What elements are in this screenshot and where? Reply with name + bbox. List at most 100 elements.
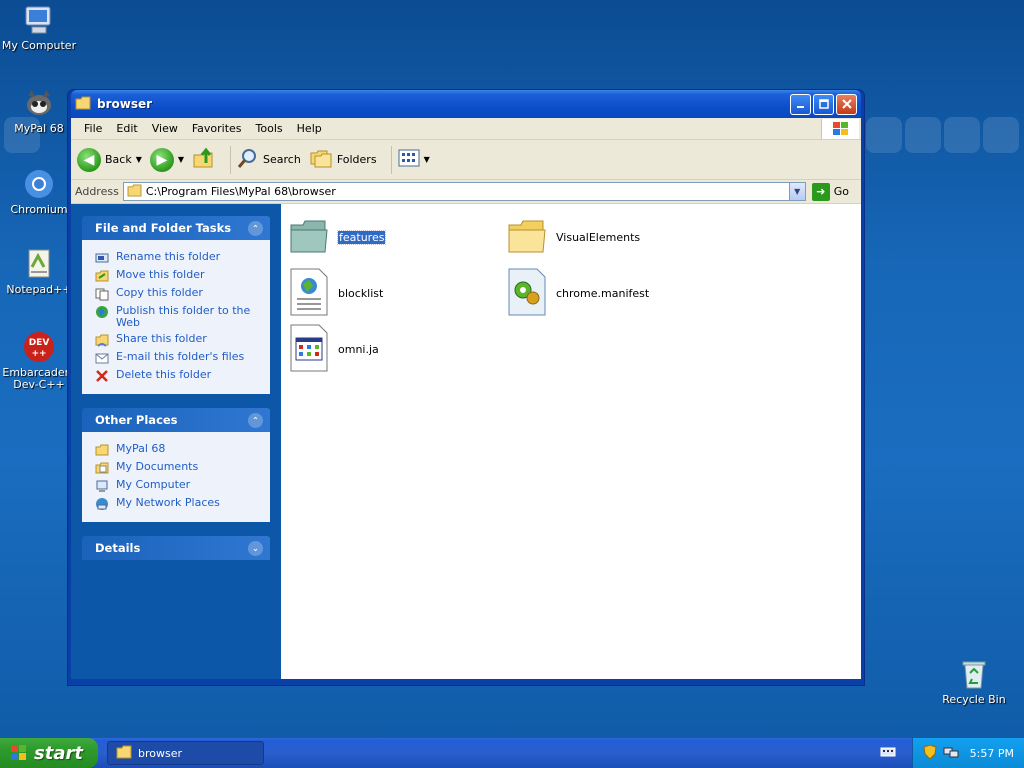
- folder-icon: [289, 216, 329, 259]
- file-list: features VisualElements blocklist chrome.ma…: [281, 204, 861, 679]
- taskbar-button-label: browser: [138, 746, 183, 760]
- task-label: Copy this folder: [116, 286, 203, 299]
- details-panel: Details ⌄: [82, 536, 270, 560]
- expand-chevron-icon[interactable]: ⌄: [248, 540, 263, 556]
- menu-bar: File Edit View Favorites Tools Help: [71, 118, 861, 140]
- close-button[interactable]: [836, 93, 857, 115]
- task-move-folder[interactable]: Move this folder: [94, 269, 260, 283]
- address-input[interactable]: C:\Program Files\MyPal 68\browser ▼: [122, 182, 806, 201]
- file-item[interactable]: omni.ja: [289, 324, 379, 374]
- up-folder-button[interactable]: [192, 147, 216, 172]
- desktop-icon-label: My Computer: [1, 39, 77, 52]
- menu-file[interactable]: File: [77, 122, 109, 135]
- task-label: Publish this folder to the Web: [116, 304, 251, 329]
- notepadpp-icon: [22, 247, 56, 281]
- title-bar[interactable]: browser: [71, 90, 861, 118]
- panel-title: Other Places: [95, 413, 178, 427]
- svg-text:DEV: DEV: [29, 338, 50, 348]
- menu-help[interactable]: Help: [290, 122, 329, 135]
- place-my-documents[interactable]: My Documents: [94, 461, 260, 475]
- panel-header[interactable]: Details ⌄: [82, 536, 270, 560]
- panel-header[interactable]: Other Places ⌃: [82, 408, 270, 432]
- computer-icon: [22, 3, 56, 37]
- taskbar: start browser 5:57 PM: [0, 738, 1024, 768]
- desktop-icon-recycle-bin[interactable]: Recycle Bin: [935, 657, 1013, 706]
- file-folder-tasks-panel: File and Folder Tasks ⌃ Rename this fold…: [82, 216, 270, 394]
- menu-tools[interactable]: Tools: [249, 122, 290, 135]
- desktop-icon-my-computer[interactable]: My Computer: [0, 3, 78, 52]
- folder-icon: [94, 443, 110, 457]
- network-tray-icon[interactable]: [943, 745, 959, 762]
- raccoon-icon: [22, 86, 56, 120]
- xml-document-icon: [289, 268, 329, 319]
- address-value: C:\Program Files\MyPal 68\browser: [145, 185, 336, 198]
- desktop-tile: [866, 117, 902, 153]
- task-share-folder[interactable]: Share this folder: [94, 333, 260, 347]
- window-title: browser: [97, 97, 153, 111]
- forward-button[interactable]: ▶ ▼: [149, 147, 184, 172]
- keyboard-icon[interactable]: [880, 746, 896, 761]
- folders-label: Folders: [336, 153, 377, 166]
- system-tray: 5:57 PM: [912, 738, 1024, 768]
- menu-favorites[interactable]: Favorites: [185, 122, 249, 135]
- dropdown-arrow-icon[interactable]: ▼: [136, 155, 142, 164]
- folders-button[interactable]: Folders: [309, 148, 377, 171]
- task-copy-folder[interactable]: Copy this folder: [94, 287, 260, 301]
- place-my-computer[interactable]: My Computer: [94, 479, 260, 493]
- toolbar-separator: [390, 145, 392, 174]
- collapse-chevron-icon[interactable]: ⌃: [248, 412, 263, 428]
- panel-title: File and Folder Tasks: [95, 221, 232, 235]
- file-item[interactable]: blocklist: [289, 268, 383, 318]
- windows-logo-icon: [821, 119, 859, 139]
- search-icon: [237, 147, 259, 172]
- clock: 5:57 PM: [969, 746, 1014, 760]
- go-button[interactable]: ➜ Go: [811, 182, 849, 201]
- back-arrow-icon: ◀: [77, 147, 101, 172]
- address-dropdown-icon[interactable]: ▼: [788, 183, 805, 200]
- file-item[interactable]: features: [289, 212, 387, 262]
- taskbar-button-browser[interactable]: browser: [107, 741, 264, 765]
- address-label: Address: [75, 185, 119, 198]
- task-pane: File and Folder Tasks ⌃ Rename this fold…: [71, 204, 281, 679]
- task-delete-folder[interactable]: Delete this folder: [94, 369, 260, 383]
- task-email-files[interactable]: E-mail this folder's files: [94, 351, 260, 365]
- other-places-panel: Other Places ⌃ MyPal 68 My Documents My …: [82, 408, 270, 522]
- recycle-bin-icon: [957, 657, 991, 691]
- back-label: Back: [105, 153, 132, 166]
- file-name: VisualElements: [556, 230, 641, 244]
- menu-view[interactable]: View: [145, 122, 185, 135]
- task-publish-folder[interactable]: Publish this folder to the Web: [94, 305, 260, 329]
- move-folder-icon: [94, 269, 110, 283]
- desktop-tile: [983, 117, 1019, 153]
- desktop-tile: [905, 117, 941, 153]
- file-item[interactable]: VisualElements: [507, 212, 640, 262]
- dropdown-arrow-icon[interactable]: ▼: [424, 155, 430, 164]
- start-button[interactable]: start: [0, 738, 98, 768]
- search-label: Search: [263, 153, 301, 166]
- chromium-icon: [22, 167, 56, 201]
- search-button[interactable]: Search: [237, 147, 301, 172]
- back-button[interactable]: ◀ Back ▼: [77, 147, 142, 172]
- place-my-network[interactable]: My Network Places: [94, 497, 260, 511]
- menu-edit[interactable]: Edit: [109, 122, 144, 135]
- file-item[interactable]: chrome.manifest: [507, 268, 649, 318]
- delete-x-icon: [94, 369, 110, 383]
- task-label: Delete this folder: [116, 368, 212, 381]
- forward-arrow-icon: ▶: [149, 147, 174, 172]
- dropdown-arrow-icon[interactable]: ▼: [178, 155, 184, 164]
- desktop-tile: [944, 117, 980, 153]
- maximize-button[interactable]: [813, 93, 834, 115]
- task-rename-folder[interactable]: Rename this folder: [94, 251, 260, 265]
- folders-icon: [309, 148, 333, 171]
- folder-icon: [127, 183, 142, 200]
- security-shield-icon[interactable]: [923, 743, 937, 763]
- place-mypal[interactable]: MyPal 68: [94, 443, 260, 457]
- collapse-chevron-icon[interactable]: ⌃: [248, 220, 263, 236]
- devcpp-icon: DEV ++: [22, 330, 56, 364]
- folder-icon: [116, 745, 132, 762]
- minimize-button[interactable]: [790, 93, 811, 115]
- go-arrow-icon: ➜: [811, 182, 830, 201]
- windows-flag-icon: [10, 744, 28, 762]
- panel-header[interactable]: File and Folder Tasks ⌃: [82, 216, 270, 240]
- views-button[interactable]: ▼: [398, 149, 430, 170]
